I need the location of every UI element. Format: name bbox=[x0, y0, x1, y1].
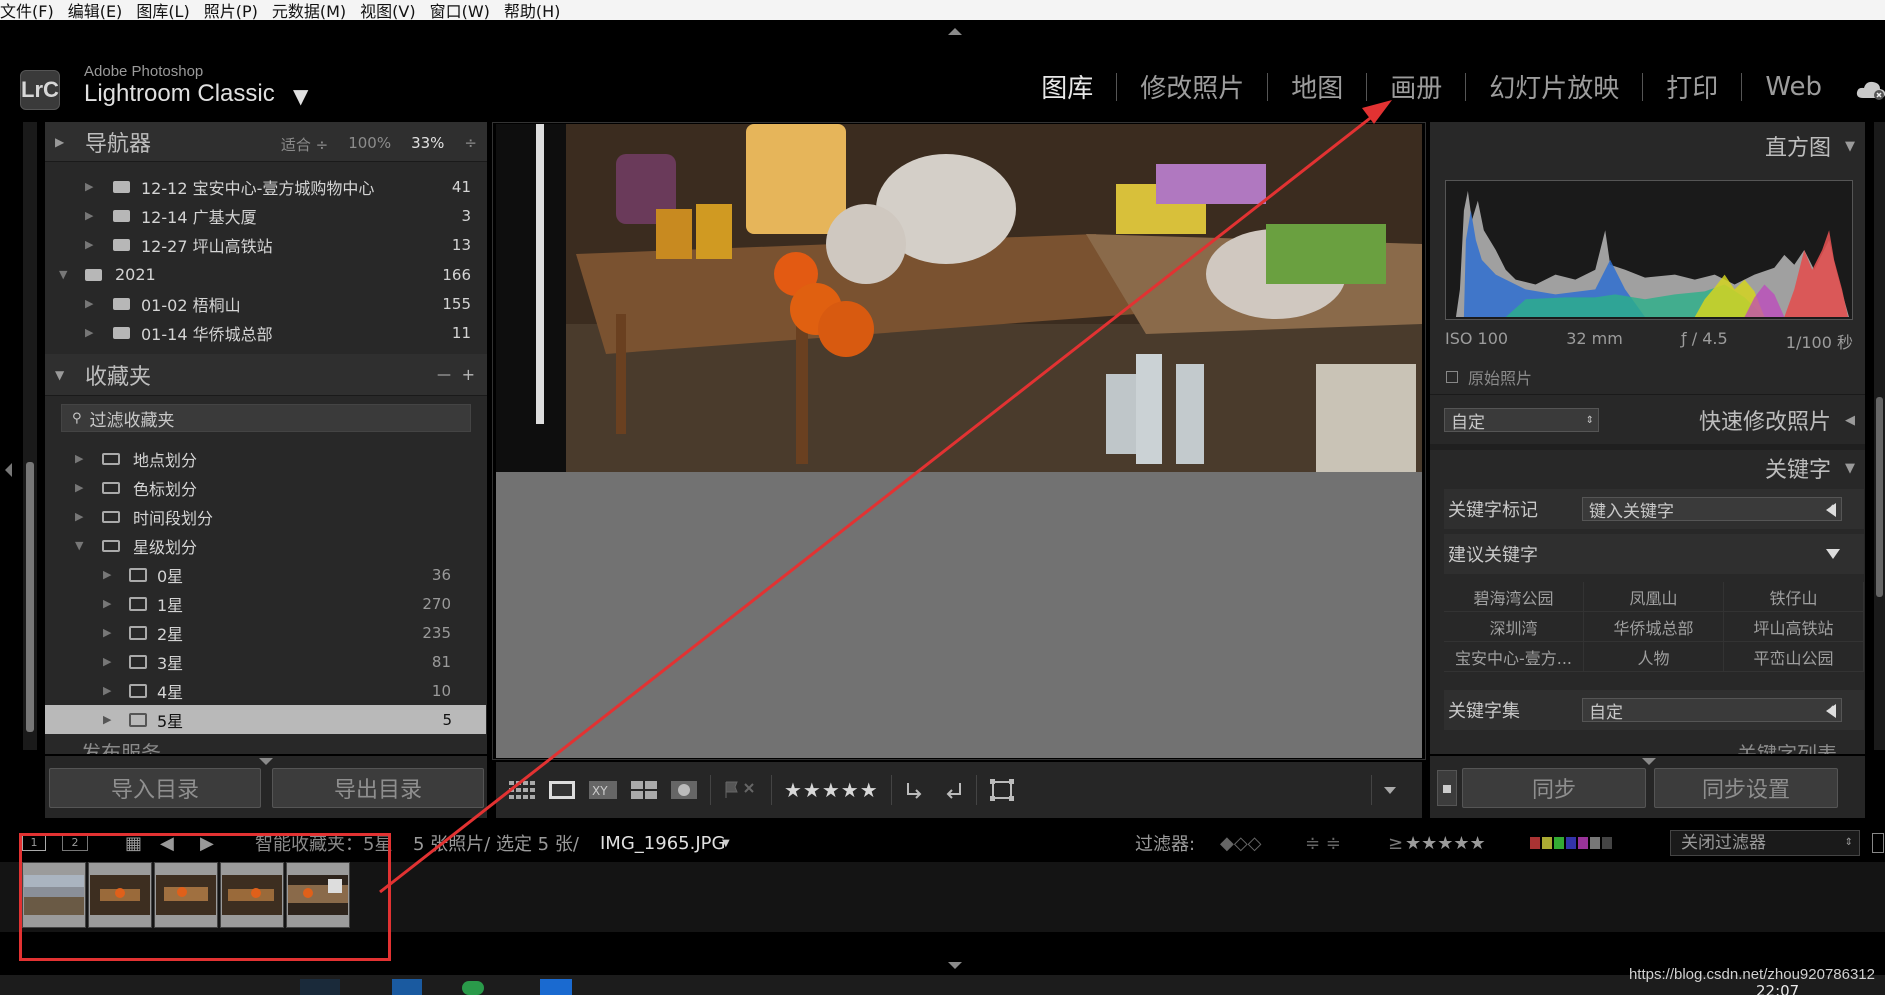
taskbar bbox=[0, 975, 1885, 995]
taskbar-app-icon[interactable] bbox=[540, 979, 572, 995]
taskbar-app-icon[interactable] bbox=[462, 981, 484, 995]
taskbar-app-icon[interactable] bbox=[392, 979, 422, 995]
watermark-url: https://blog.csdn.net/zhou920786312 bbox=[1628, 966, 1875, 983]
taskbar-app-icon[interactable] bbox=[300, 979, 340, 995]
taskbar-clock: 22:07 bbox=[1756, 982, 1800, 995]
annotation-arrow bbox=[379, 100, 1392, 894]
